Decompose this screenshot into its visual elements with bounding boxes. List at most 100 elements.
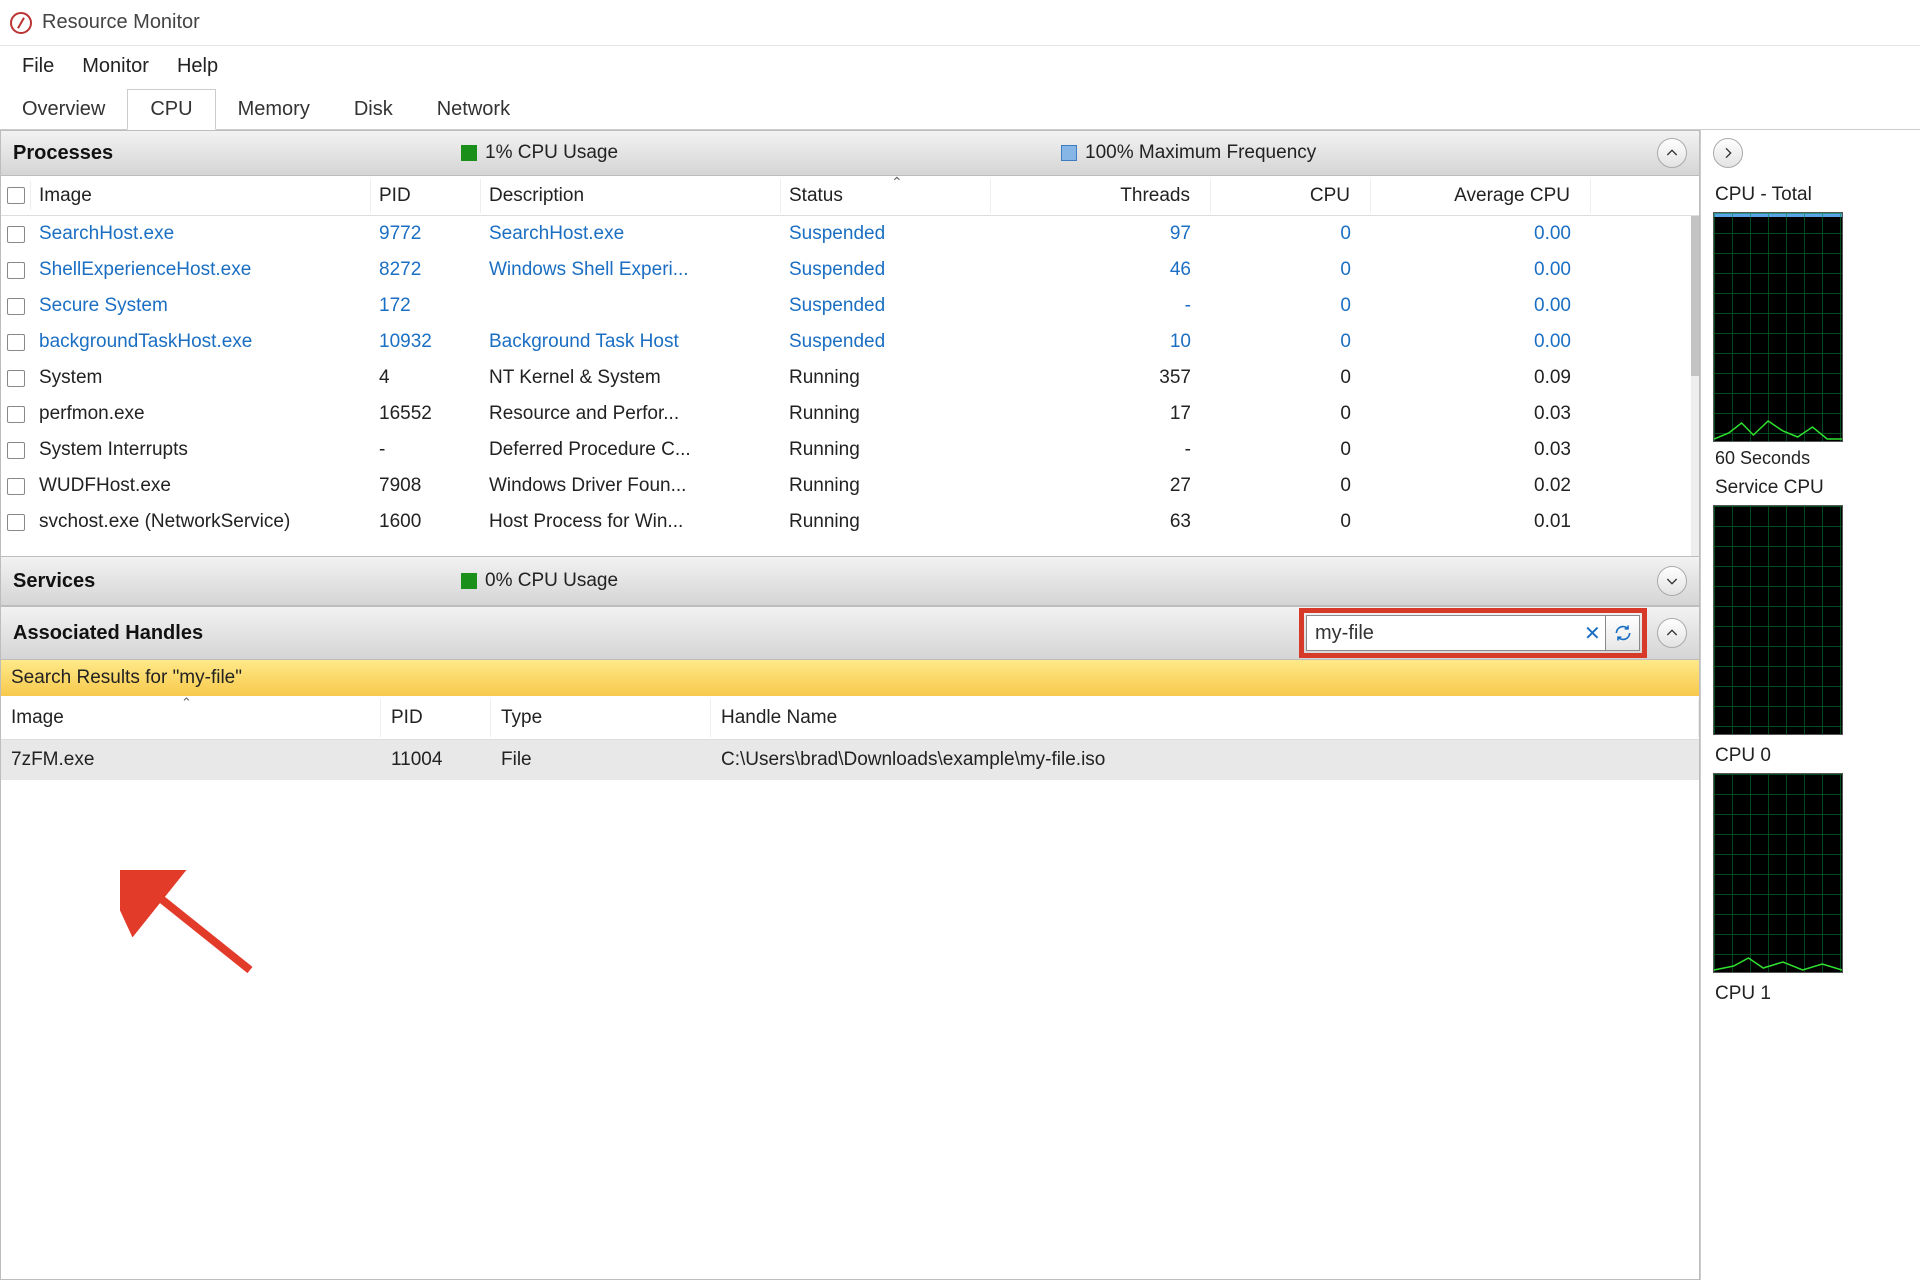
process-row[interactable]: Secure System172Suspended-00.00 [1, 288, 1699, 324]
cell-pid: 4 [371, 363, 481, 393]
graph-cpu-total [1713, 212, 1843, 442]
graph-label-cpu-total: CPU - Total [1713, 178, 1920, 212]
row-checkbox[interactable] [1, 438, 31, 463]
process-row[interactable]: svchost.exe (NetworkService)1600Host Pro… [1, 504, 1699, 540]
graph-label-service-cpu: Service CPU [1713, 471, 1920, 505]
processes-collapse-button[interactable] [1657, 138, 1687, 168]
process-row[interactable]: System4NT Kernel & SystemRunning35700.09 [1, 360, 1699, 396]
cell-image: Secure System [31, 291, 371, 321]
cell-desc [481, 302, 781, 310]
processes-header[interactable]: Processes 1% CPU Usage 100% Maximum Freq… [0, 130, 1700, 176]
graph-service-cpu [1713, 505, 1843, 735]
handles-search-input[interactable] [1315, 622, 1580, 645]
tab-disk[interactable]: Disk [332, 90, 415, 129]
row-checkbox[interactable] [1, 510, 31, 535]
row-checkbox[interactable] [1, 222, 31, 247]
col-avgcpu[interactable]: Average CPU [1371, 179, 1591, 213]
services-header[interactable]: Services 0% CPU Usage [0, 556, 1700, 606]
cell-status: Running [781, 507, 991, 537]
graphs-collapse-button[interactable] [1713, 138, 1743, 168]
tab-cpu[interactable]: CPU [127, 89, 215, 130]
cell-avgcpu: 0.00 [1371, 255, 1591, 285]
cell-pid: 10932 [371, 327, 481, 357]
cell-avgcpu: 0.09 [1371, 363, 1591, 393]
processes-title: Processes [13, 142, 113, 165]
tab-bar: Overview CPU Memory Disk Network [0, 86, 1920, 130]
cell-cpu: 0 [1211, 399, 1371, 429]
search-refresh-button[interactable] [1606, 615, 1640, 651]
title-bar: Resource Monitor [0, 0, 1920, 46]
cpu-usage-label: 1% CPU Usage [485, 142, 618, 164]
hcell-name: C:\Users\brad\Downloads\example\my-file.… [711, 743, 1699, 777]
col-description[interactable]: Description [481, 179, 781, 213]
search-clear-icon[interactable]: ✕ [1580, 621, 1605, 646]
chevron-down-icon [1664, 573, 1680, 589]
cell-status: Suspended [781, 291, 991, 321]
cell-cpu: 0 [1211, 435, 1371, 465]
menu-bar: File Monitor Help [0, 46, 1920, 86]
row-checkbox[interactable] [1, 294, 31, 319]
process-row[interactable]: WUDFHost.exe7908Windows Driver Foun...Ru… [1, 468, 1699, 504]
cell-desc: Windows Shell Experi... [481, 255, 781, 285]
services-expand-button[interactable] [1657, 566, 1687, 596]
handle-row[interactable]: 7zFM.exe11004FileC:\Users\brad\Downloads… [1, 740, 1699, 780]
tab-network[interactable]: Network [415, 90, 532, 129]
hcell-type: File [491, 743, 711, 777]
tab-overview[interactable]: Overview [0, 90, 127, 129]
cell-desc: Windows Driver Foun... [481, 471, 781, 501]
col-cpu[interactable]: CPU [1211, 179, 1371, 213]
cell-pid: 7908 [371, 471, 481, 501]
cell-image: WUDFHost.exe [31, 471, 371, 501]
row-checkbox[interactable] [1, 330, 31, 355]
menu-file[interactable]: File [8, 51, 68, 82]
services-title: Services [13, 570, 95, 593]
col-threads[interactable]: Threads [991, 179, 1211, 213]
process-row[interactable]: backgroundTaskHost.exe10932Background Ta… [1, 324, 1699, 360]
row-checkbox[interactable] [1, 258, 31, 283]
chevron-up-icon [1664, 625, 1680, 641]
handles-header[interactable]: Associated Handles ✕ [0, 606, 1700, 660]
row-checkbox[interactable] [1, 366, 31, 391]
col-status[interactable]: Status [781, 179, 991, 213]
handles-collapse-button[interactable] [1657, 618, 1687, 648]
hcol-pid[interactable]: PID [381, 699, 491, 737]
row-checkbox[interactable] [1, 402, 31, 427]
hcell-pid: 11004 [381, 743, 491, 777]
cell-image: System [31, 363, 371, 393]
cell-pid: 8272 [371, 255, 481, 285]
row-checkbox[interactable] [1, 474, 31, 499]
handles-search-box[interactable]: ✕ [1306, 615, 1606, 651]
refresh-icon [1613, 623, 1633, 643]
col-image[interactable]: Image [31, 179, 371, 213]
processes-scrollbar[interactable] [1691, 216, 1699, 556]
max-freq-swatch [1061, 145, 1077, 161]
hcol-type[interactable]: Type [491, 699, 711, 737]
process-row[interactable]: SearchHost.exe9772SearchHost.exeSuspende… [1, 216, 1699, 252]
menu-help[interactable]: Help [163, 51, 232, 82]
menu-monitor[interactable]: Monitor [68, 51, 163, 82]
processes-columns: Image PID Description Status Threads CPU… [1, 176, 1699, 216]
cell-status: Running [781, 399, 991, 429]
graph-cpu0 [1713, 773, 1843, 973]
graph-label-cpu0: CPU 0 [1713, 739, 1920, 773]
cell-desc: Deferred Procedure C... [481, 435, 781, 465]
cell-threads: 17 [991, 399, 1211, 429]
process-row[interactable]: System Interrupts-Deferred Procedure C..… [1, 432, 1699, 468]
process-row[interactable]: perfmon.exe16552Resource and Perfor...Ru… [1, 396, 1699, 432]
chevron-up-icon [1664, 145, 1680, 161]
cell-cpu: 0 [1211, 363, 1371, 393]
max-freq-label: 100% Maximum Frequency [1085, 142, 1316, 164]
sort-up-icon: ⌃ [181, 695, 192, 711]
cell-image: System Interrupts [31, 435, 371, 465]
col-checkbox[interactable] [1, 181, 31, 210]
cell-desc: NT Kernel & System [481, 363, 781, 393]
cell-pid: - [371, 435, 481, 465]
services-usage-label: 0% CPU Usage [485, 570, 618, 592]
cell-status: Suspended [781, 219, 991, 249]
tab-memory[interactable]: Memory [216, 90, 332, 129]
process-row[interactable]: ShellExperienceHost.exe8272Windows Shell… [1, 252, 1699, 288]
cell-avgcpu: 0.03 [1371, 399, 1591, 429]
hcol-image[interactable]: Image⌃ [1, 699, 381, 737]
hcol-handlename[interactable]: Handle Name [711, 699, 1699, 737]
col-pid[interactable]: PID [371, 179, 481, 213]
